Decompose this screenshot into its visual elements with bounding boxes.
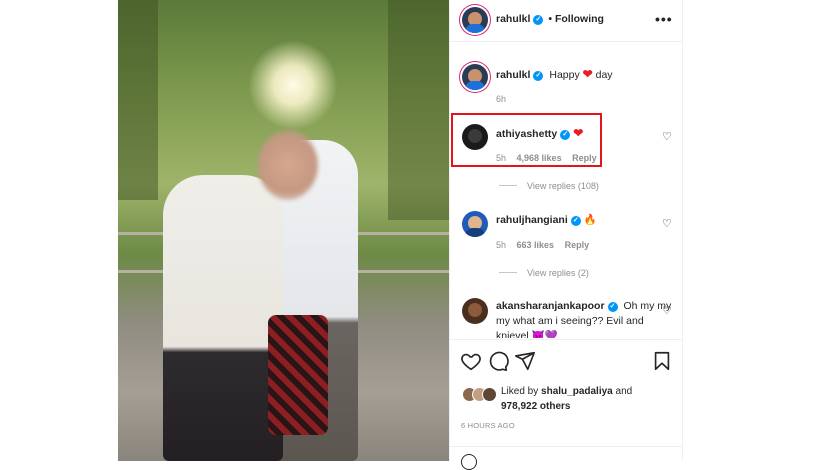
comment-akansha-clip: akansharanjankapoor ✓ Oh my my my what am… [450, 290, 682, 338]
caption-avatar[interactable] [462, 64, 488, 90]
comment-avatar-akansharanjankapoor[interactable] [462, 298, 488, 324]
header-author[interactable]: rahulkl ✓ • Following [496, 13, 604, 25]
comment-username[interactable]: rahuljhangiani [496, 214, 568, 226]
comment-icon[interactable] [487, 350, 509, 372]
header-divider [450, 41, 682, 42]
liked-by-line: Liked by shalu_padaliya and [501, 386, 633, 397]
liked-by-user[interactable]: shalu_padaliya [541, 386, 613, 397]
heart-icon[interactable] [460, 350, 482, 372]
verified-badge-icon: ✓ [607, 302, 618, 312]
blurred-face [258, 130, 318, 200]
comment-like-heart-icon[interactable]: ♡ [662, 217, 672, 230]
comment-line-rahuljhangiani: rahuljhangiani ✓ 🔥 [496, 213, 597, 226]
caption-username[interactable]: rahulkl [496, 69, 530, 81]
caption-time: 6h [496, 94, 507, 104]
tree-left [118, 0, 158, 200]
comment-likes[interactable]: 663 likes [517, 240, 555, 250]
post-side-panel: rahulkl ✓ • Following ••• rahulkl ✓ Happy … [449, 0, 683, 470]
author-avatar[interactable] [462, 7, 488, 33]
red-heart-emoji-icon: ❤ [582, 67, 593, 81]
reply-button[interactable]: Reply [565, 240, 590, 250]
comment-username[interactable]: akansharanjankapoor [496, 300, 605, 312]
comment-text-line2: my what am i seeing?? Evil and [496, 315, 644, 327]
view-replies-button[interactable]: View replies (2) [499, 268, 589, 278]
share-icon[interactable] [514, 350, 536, 372]
sunlight [248, 40, 338, 130]
plaid-jacket [268, 315, 328, 435]
verified-badge-icon: ✓ [533, 71, 544, 81]
fire-emoji-icon: 🔥 [583, 214, 597, 226]
following-button[interactable]: Following [555, 13, 604, 25]
likes-others[interactable]: 978,922 others [501, 401, 571, 412]
comment-highlight-box [451, 113, 602, 167]
comment-avatar-rahuljhangiani[interactable] [462, 211, 488, 237]
comment-like-heart-icon[interactable]: ♡ [662, 130, 672, 143]
bookmark-icon[interactable] [651, 350, 673, 372]
comment-input-divider [450, 446, 682, 447]
post-timestamp: 6 HOURS AGO [461, 421, 515, 430]
comment-like-heart-icon[interactable]: ♡ [662, 304, 672, 317]
person-left [163, 175, 283, 461]
emoji-icon[interactable] [461, 454, 477, 470]
caption-line: rahulkl ✓ Happy ❤ day [496, 67, 613, 81]
verified-badge-icon: ✓ [533, 15, 544, 25]
liker-avatar [482, 387, 497, 402]
verified-badge-icon: ✓ [570, 216, 581, 226]
comment-meta: 5h 663 likes Reply [496, 240, 590, 250]
view-replies-button[interactable]: View replies (108) [499, 181, 599, 191]
comment-text-line3: knievel 😈💜 [496, 330, 558, 338]
more-dots-icon[interactable]: ••• [655, 11, 673, 27]
tree-right [388, 0, 449, 220]
actions-divider [450, 339, 682, 340]
comment-line-akansha: akansharanjankapoor ✓ Oh my my [496, 300, 672, 312]
post-photo [118, 0, 449, 461]
